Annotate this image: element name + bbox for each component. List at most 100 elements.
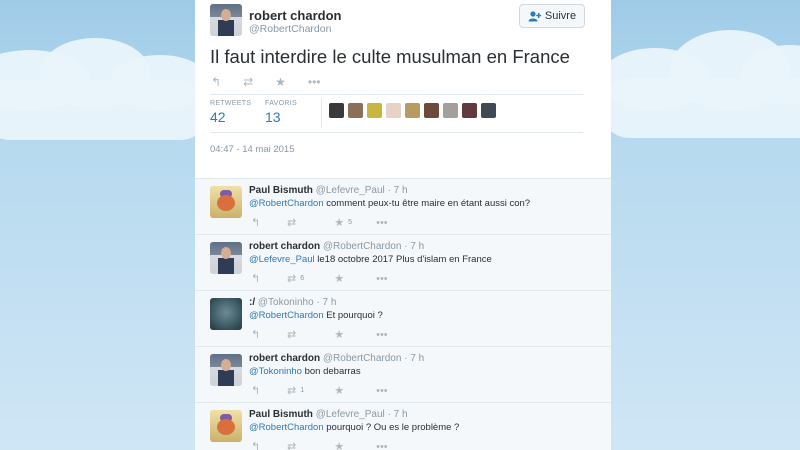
avatar[interactable]	[329, 103, 344, 118]
reply-icon[interactable]: ↰	[251, 384, 287, 397]
retweet-icon[interactable]: ⇄	[287, 272, 296, 285]
reply-actions: ↰ ⇄ ★ •••	[251, 440, 388, 450]
reply-time: · 7 h	[404, 241, 425, 252]
reply-author[interactable]: robert chardon @RobertChardon · 7 h	[249, 241, 424, 252]
avatar[interactable]	[210, 4, 242, 36]
more-icon[interactable]: •••	[376, 385, 388, 397]
author-handle: @Tokoninho	[257, 297, 314, 308]
mention-link[interactable]: @RobertChardon	[249, 310, 324, 321]
star-icon[interactable]: ★	[334, 384, 344, 397]
star-icon[interactable]: ★	[334, 440, 344, 450]
mention-link[interactable]: @Lefevre_Paul	[249, 254, 315, 265]
reply-tweet[interactable]: robert chardon @RobertChardon · 7 h @Tok…	[195, 346, 611, 403]
author-handle: @RobertChardon	[322, 241, 402, 252]
reply-body: pourquoi ? Ou es le problème ?	[323, 422, 460, 433]
reply-time: · 7 h	[404, 353, 425, 364]
avatar[interactable]	[348, 103, 363, 118]
reply-icon[interactable]: ↰	[251, 328, 287, 341]
reply-icon[interactable]: ↰	[251, 440, 287, 450]
favorite-count: 5	[348, 219, 352, 226]
author-name: robert chardon	[249, 353, 321, 364]
avatar[interactable]	[210, 186, 242, 218]
reply-body: Et pourquoi ?	[323, 310, 383, 321]
retweet-count: 6	[300, 275, 305, 282]
star-icon[interactable]: ★	[334, 272, 344, 285]
more-icon[interactable]: •••	[376, 217, 388, 229]
author-handle[interactable]: @RobertChardon	[249, 23, 331, 35]
avatar[interactable]	[210, 410, 242, 442]
tweet-timestamp[interactable]: 04:47 - 14 mai 2015	[210, 144, 295, 155]
reply-author[interactable]: Paul Bismuth @Lefevre_Paul · 7 h	[249, 185, 408, 196]
follow-label: Suivre	[544, 10, 577, 22]
reply-text: @RobertChardon pourquoi ? Ou es le probl…	[249, 422, 459, 433]
author-handle: @Lefevre_Paul	[315, 409, 385, 420]
more-icon[interactable]: •••	[308, 75, 321, 89]
reply-tweet[interactable]: robert chardon @RobertChardon · 7 h @Lef…	[195, 234, 611, 291]
reply-tweet[interactable]: Paul Bismuth @Lefevre_Paul · 7 h @Robert…	[195, 402, 611, 450]
reply-icon[interactable]: ↰	[251, 216, 287, 229]
favorites-count[interactable]: 13	[265, 109, 281, 125]
retweet-icon[interactable]: ⇄	[287, 328, 296, 341]
reply-body: le18 octobre 2017 Plus d'islam en France	[314, 254, 492, 265]
reply-tweet[interactable]: :/ @Tokoninho · 7 h @RobertChardon Et po…	[195, 290, 611, 347]
reply-text: @RobertChardon Et pourquoi ?	[249, 310, 383, 321]
avatar[interactable]	[405, 103, 420, 118]
reply-actions: ↰ ⇄ ★ •••	[251, 328, 388, 342]
reply-text: @Lefevre_Paul le18 octobre 2017 Plus d'i…	[249, 254, 492, 265]
retweet-icon[interactable]: ⇄	[287, 440, 296, 450]
star-icon[interactable]: ★	[275, 75, 286, 89]
reply-icon[interactable]: ↰	[211, 75, 221, 89]
reply-actions: ↰ ⇄ 6 ★ •••	[251, 272, 388, 286]
author-name: Paul Bismuth	[249, 409, 313, 420]
retweets-label: RETWEETS	[210, 100, 252, 107]
more-icon[interactable]: •••	[376, 273, 388, 285]
more-icon[interactable]: •••	[376, 441, 388, 450]
author-name[interactable]: robert chardon	[249, 8, 341, 23]
reply-tweet[interactable]: Paul Bismuth @Lefevre_Paul · 7 h @Robert…	[195, 178, 611, 235]
reply-time: · 7 h	[387, 185, 408, 196]
avatar[interactable]	[462, 103, 477, 118]
reply-text: @RobertChardon comment peux-tu être mair…	[249, 198, 530, 209]
reply-body: bon debarras	[301, 366, 361, 377]
avatar[interactable]	[443, 103, 458, 118]
author-name: :/	[249, 297, 256, 308]
retweet-icon[interactable]: ⇄	[243, 75, 253, 89]
mention-link[interactable]: @RobertChardon	[249, 198, 324, 209]
reply-author[interactable]: Paul Bismuth @Lefevre_Paul · 7 h	[249, 409, 408, 420]
author-handle: @RobertChardon	[322, 353, 402, 364]
reply-actions: ↰ ⇄ ★ 5 •••	[251, 216, 388, 230]
reply-author[interactable]: :/ @Tokoninho · 7 h	[249, 297, 336, 308]
follow-button[interactable]: Suivre	[519, 4, 585, 28]
mention-link[interactable]: @Tokoninho	[249, 366, 302, 377]
author-name: Paul Bismuth	[249, 185, 313, 196]
avatar[interactable]	[210, 242, 242, 274]
mention-link[interactable]: @RobertChardon	[249, 422, 324, 433]
add-user-icon	[528, 10, 541, 21]
reply-actions: ↰ ⇄ 1 ★ •••	[251, 384, 388, 398]
avatar[interactable]	[386, 103, 401, 118]
favorites-label: FAVORIS	[265, 100, 297, 107]
star-icon[interactable]: ★	[334, 216, 344, 229]
retweet-icon[interactable]: ⇄	[287, 216, 296, 229]
tweet-card: robert chardon @RobertChardon Suivre Il …	[195, 0, 611, 450]
author-handle: @Lefevre_Paul	[315, 185, 385, 196]
retweet-icon[interactable]: ⇄	[287, 384, 296, 397]
retweets-count[interactable]: 42	[210, 109, 226, 125]
avatar[interactable]	[210, 298, 242, 330]
avatar[interactable]	[367, 103, 382, 118]
reply-icon[interactable]: ↰	[251, 272, 287, 285]
author-name: robert chardon	[249, 241, 321, 252]
retweet-count: 1	[300, 387, 305, 394]
reply-text: @Tokoninho bon debarras	[249, 366, 361, 377]
more-icon[interactable]: •••	[376, 329, 388, 341]
avatar[interactable]	[424, 103, 439, 118]
reply-time: · 7 h	[387, 409, 408, 420]
main-actions: ↰ ⇄ ★ •••	[211, 75, 321, 89]
avatar[interactable]	[481, 103, 496, 118]
avatar[interactable]	[210, 354, 242, 386]
reply-time: · 7 h	[316, 297, 337, 308]
main-tweet: robert chardon @RobertChardon Suivre Il …	[195, 0, 611, 178]
star-icon[interactable]: ★	[334, 328, 344, 341]
tweet-text: Il faut interdire le culte musulman en F…	[210, 46, 570, 67]
reply-author[interactable]: robert chardon @RobertChardon · 7 h	[249, 353, 424, 364]
